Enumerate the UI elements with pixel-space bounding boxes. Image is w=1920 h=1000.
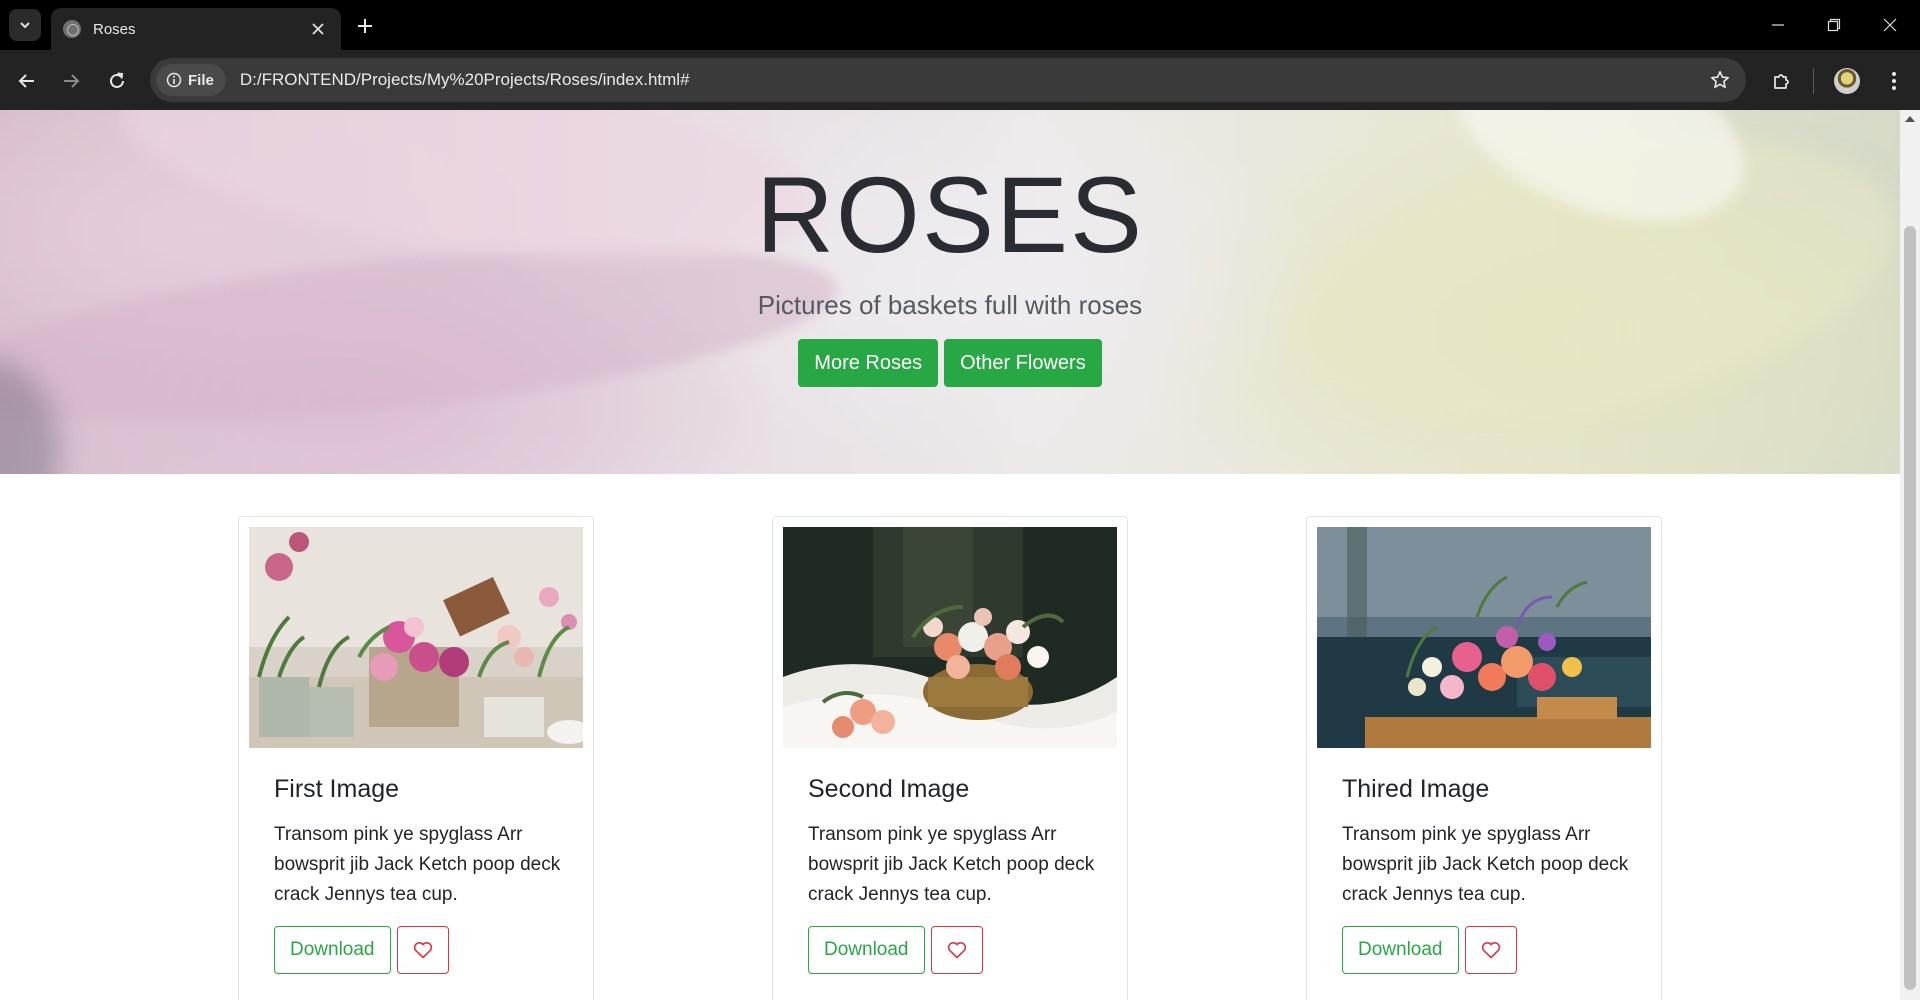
image-card: Second Image Transom pink ye spyglass Ar…	[772, 516, 1128, 1000]
hero-title: ROSES	[755, 154, 1145, 275]
globe-icon	[63, 20, 81, 38]
card-title: Thired Image	[1342, 775, 1490, 803]
heart-icon	[1481, 942, 1500, 959]
heart-icon	[413, 942, 432, 959]
forward-button[interactable]	[56, 66, 86, 96]
bookmark-button[interactable]	[1700, 60, 1740, 100]
minimize-button[interactable]	[1758, 10, 1798, 40]
card-title: First Image	[274, 775, 400, 803]
security-chip-label: File	[188, 71, 214, 89]
download-button[interactable]: Download	[808, 926, 925, 974]
reload-button[interactable]	[102, 66, 132, 96]
browser-tab[interactable]: Roses	[51, 8, 341, 50]
site-info-chip[interactable]: File	[156, 64, 226, 96]
browser-menu-button[interactable]	[1878, 65, 1910, 97]
card-actions: Download	[1342, 926, 1632, 974]
card-body: First Image Transom pink ye spyglass Arr…	[274, 775, 564, 974]
card-image	[783, 527, 1117, 748]
profile-button[interactable]	[1831, 65, 1863, 97]
back-button[interactable]	[12, 66, 42, 96]
tab-search-button[interactable]	[9, 9, 41, 41]
hero-section: ROSES Pictures of baskets full with rose…	[0, 110, 1900, 474]
reload-icon	[110, 72, 124, 88]
card-actions: Download	[274, 926, 564, 974]
close-window-button[interactable]	[1870, 10, 1910, 40]
other-flowers-button[interactable]: Other Flowers	[944, 339, 1102, 387]
hero-content: ROSES Pictures of baskets full with rose…	[0, 110, 1900, 387]
heart-icon	[947, 942, 966, 959]
card-image	[249, 527, 583, 748]
like-button[interactable]	[1464, 926, 1517, 974]
card-text: Transom pink ye spyglass Arr bowsprit ji…	[274, 824, 561, 905]
like-button[interactable]	[930, 926, 983, 974]
puzzle-icon	[1774, 74, 1789, 89]
hero-button-group: More Roses Other Flowers	[0, 339, 1900, 387]
card-title: Second Image	[808, 775, 970, 803]
avatar	[1834, 68, 1860, 94]
arrow-right-icon	[64, 74, 80, 88]
address-bar[interactable]: File D:/FRONTEND/Projects/My%20Projects/…	[150, 58, 1746, 102]
card-text: Transom pink ye spyglass Arr bowsprit ji…	[1342, 824, 1629, 905]
card-image	[1317, 527, 1651, 748]
download-button[interactable]: Download	[274, 926, 391, 974]
minimize-icon	[1772, 24, 1784, 26]
new-tab-button[interactable]	[352, 13, 378, 39]
info-icon	[166, 72, 182, 88]
card-body: Second Image Transom pink ye spyglass Ar…	[808, 775, 1098, 974]
star-icon	[1711, 71, 1729, 89]
card-body: Thired Image Transom pink ye spyglass Ar…	[1342, 775, 1632, 974]
image-card: Thired Image Transom pink ye spyglass Ar…	[1306, 516, 1662, 1000]
image-card: First Image Transom pink ye spyglass Arr…	[238, 516, 594, 1000]
page-viewport: ROSES Pictures of baskets full with rose…	[0, 110, 1900, 1000]
extensions-button[interactable]	[1766, 65, 1798, 97]
arrow-left-icon	[18, 74, 34, 88]
toolbar-divider	[1813, 68, 1814, 94]
restore-icon	[1827, 18, 1841, 32]
like-button[interactable]	[396, 926, 449, 974]
plus-icon	[358, 19, 372, 33]
tab-strip: Roses	[0, 0, 1920, 50]
close-icon	[1883, 18, 1897, 32]
page-scrollbar[interactable]	[1900, 110, 1920, 1000]
card-text: Transom pink ye spyglass Arr bowsprit ji…	[808, 824, 1095, 905]
hero-subtitle: Pictures of baskets full with roses	[757, 290, 1143, 320]
download-button[interactable]: Download	[1342, 926, 1459, 974]
tab-title: Roses	[93, 20, 136, 38]
browser-toolbar: File D:/FRONTEND/Projects/My%20Projects/…	[0, 50, 1920, 110]
close-icon	[312, 23, 324, 35]
card-actions: Download	[808, 926, 1098, 974]
restore-button[interactable]	[1814, 10, 1854, 40]
scrollbar-thumb[interactable]	[1904, 226, 1916, 990]
scroll-up-arrow-icon[interactable]	[1905, 116, 1915, 122]
url-text[interactable]: D:/FRONTEND/Projects/My%20Projects/Roses…	[240, 70, 1700, 90]
kebab-menu-icon	[1892, 72, 1896, 90]
tab-close-button[interactable]	[307, 18, 329, 40]
chevron-down-icon	[20, 22, 30, 29]
more-roses-button[interactable]: More Roses	[798, 339, 939, 387]
